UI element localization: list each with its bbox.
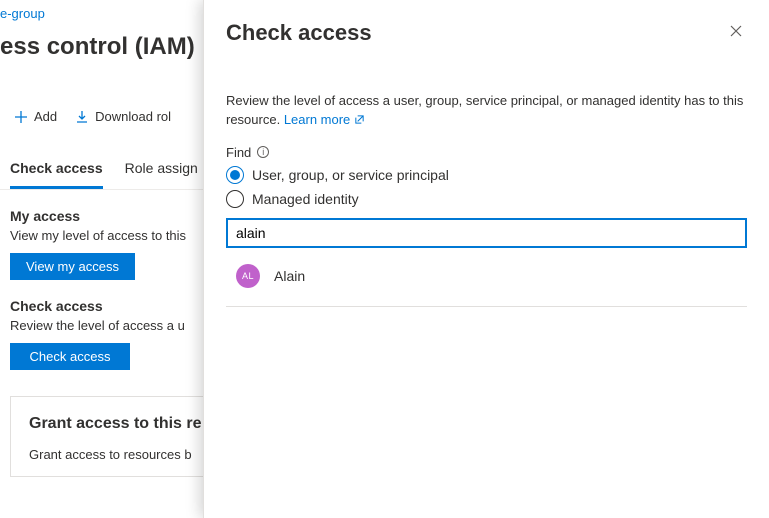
- add-label: Add: [34, 109, 57, 124]
- plus-icon: [14, 110, 28, 124]
- tab-check-access[interactable]: Check access: [10, 150, 103, 189]
- radio-unselected-icon: [226, 190, 244, 208]
- tab-role-assignments[interactable]: Role assign: [125, 150, 198, 189]
- search-result-row[interactable]: AL Alain: [226, 252, 747, 307]
- check-access-panel: Check access Review the level of access …: [203, 0, 769, 518]
- check-access-button[interactable]: Check access: [10, 343, 130, 370]
- find-label: Find: [226, 145, 251, 160]
- close-icon[interactable]: [725, 20, 747, 46]
- radio-selected-icon: [226, 166, 244, 184]
- download-button[interactable]: Download rol: [75, 109, 171, 124]
- result-name: Alain: [274, 268, 305, 284]
- download-icon: [75, 110, 89, 124]
- avatar: AL: [236, 264, 260, 288]
- panel-title: Check access: [226, 20, 372, 46]
- radio-managed-identity[interactable]: Managed identity: [226, 190, 747, 208]
- download-label: Download rol: [95, 109, 171, 124]
- search-input[interactable]: [226, 218, 747, 248]
- radio-managed-label: Managed identity: [252, 191, 359, 207]
- info-icon[interactable]: i: [257, 146, 269, 158]
- external-link-icon: [354, 112, 365, 131]
- learn-more-link[interactable]: Learn more: [284, 112, 365, 127]
- add-button[interactable]: Add: [14, 109, 57, 124]
- radio-user-label: User, group, or service principal: [252, 167, 449, 183]
- view-my-access-button[interactable]: View my access: [10, 253, 135, 280]
- radio-user-group[interactable]: User, group, or service principal: [226, 166, 747, 184]
